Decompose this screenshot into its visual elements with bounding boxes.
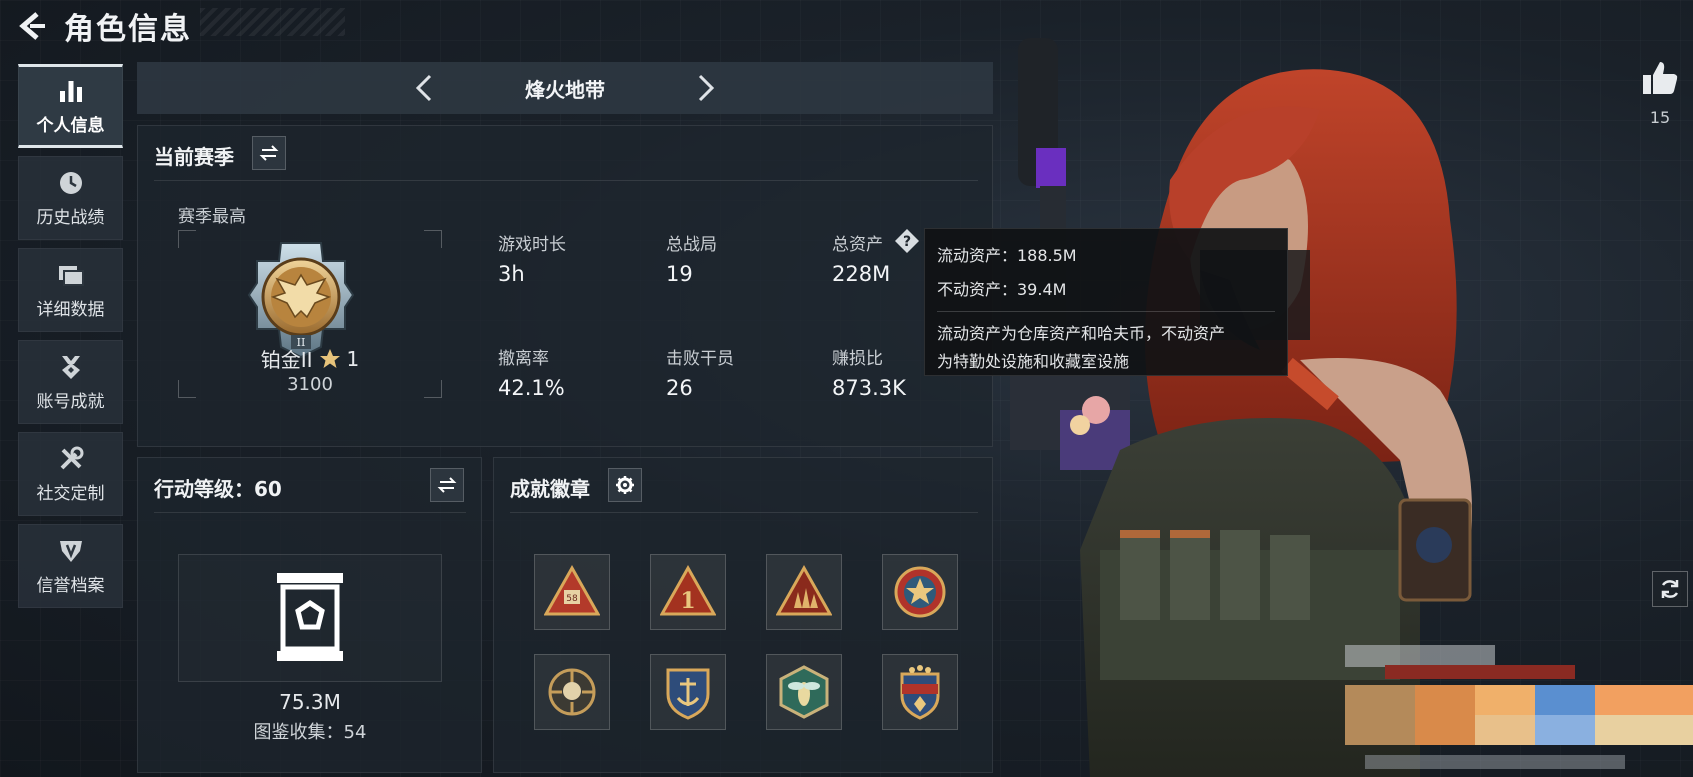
triangle-badge-58-icon: 58 bbox=[544, 564, 600, 616]
swap-arrows-icon bbox=[259, 145, 279, 161]
stat-value-assets: 228M bbox=[832, 262, 891, 286]
round-star-badge-icon bbox=[894, 566, 946, 618]
rank-score: 3100 bbox=[287, 374, 333, 395]
svg-text:?: ? bbox=[903, 234, 911, 250]
sidebar-item-label: 历史战绩 bbox=[36, 207, 105, 228]
sidebar-item-social[interactable]: 社交定制 bbox=[18, 432, 123, 516]
chevron-left-icon[interactable] bbox=[409, 72, 441, 104]
stat-label-matches: 总战局 bbox=[666, 235, 717, 255]
star-icon bbox=[319, 348, 340, 368]
divider bbox=[154, 180, 978, 181]
season-switch-button[interactable] bbox=[252, 136, 286, 170]
stat-label-assets: 总资产 bbox=[832, 235, 883, 255]
stars-shield-badge-icon bbox=[900, 665, 940, 720]
rank-name: 铂金II bbox=[260, 348, 313, 372]
tooltip-liquid-assets: 流动资产：188.5M bbox=[937, 246, 1077, 265]
achievements-panel: 成就徽章 58 1 bbox=[493, 457, 993, 773]
bar-chart-icon bbox=[59, 80, 82, 102]
shield-icon bbox=[59, 540, 82, 562]
rank-row: 铂金II 1 bbox=[178, 344, 442, 373]
stat-value-playtime: 3h bbox=[498, 262, 525, 286]
collection-cabinet-icon bbox=[277, 573, 343, 661]
rank-stars: 1 bbox=[346, 346, 360, 371]
achievement-badge[interactable] bbox=[650, 654, 726, 730]
tooltip-fixed-assets: 不动资产：39.4M bbox=[937, 280, 1067, 299]
tools-icon bbox=[60, 446, 83, 469]
action-level-panel: 行动等级：60 75.3M 图鉴收集：54 bbox=[137, 457, 482, 773]
gear-icon bbox=[616, 476, 634, 494]
action-level-switch-button[interactable] bbox=[430, 468, 464, 502]
achievement-badge[interactable] bbox=[882, 654, 958, 730]
sidebar-item-reputation[interactable]: 信誉档案 bbox=[18, 524, 123, 608]
triangle-badge-soldiers-icon bbox=[776, 564, 832, 616]
achievement-badge[interactable] bbox=[534, 654, 610, 730]
sidebar-item-history[interactable]: 历史战绩 bbox=[18, 156, 123, 240]
collection-value: 75.3M bbox=[279, 690, 341, 714]
achievement-badge[interactable]: 1 bbox=[650, 554, 726, 630]
sidebar: 个人信息 历史战绩 详细数据 账号成就 社交定制 信誉档案 bbox=[18, 64, 123, 608]
achievement-badge[interactable] bbox=[882, 554, 958, 630]
sidebar-item-label: 个人信息 bbox=[36, 115, 105, 136]
blurred-watermark bbox=[1345, 645, 1693, 769]
back-arrow-icon[interactable] bbox=[16, 10, 48, 42]
frame-corner bbox=[178, 230, 196, 248]
tooltip-description-line1: 流动资产为仓库资产和哈夫币，不动资产 bbox=[937, 324, 1226, 343]
achievement-badge[interactable]: 58 bbox=[534, 554, 610, 630]
sidebar-item-achievements[interactable]: 账号成就 bbox=[18, 340, 123, 424]
assets-tooltip: 流动资产：188.5M 不动资产：39.4M 流动资产为仓库资产和哈夫币，不动资… bbox=[924, 228, 1288, 376]
sidebar-item-label: 详细数据 bbox=[36, 299, 105, 320]
swap-arrows-icon bbox=[437, 477, 457, 493]
stat-value-kills: 26 bbox=[666, 376, 693, 400]
shield-anchor-badge-icon bbox=[666, 668, 710, 720]
divider bbox=[510, 512, 978, 513]
achievements-settings-button[interactable] bbox=[608, 468, 642, 502]
sidebar-item-label: 信誉档案 bbox=[36, 575, 105, 596]
skull-crosshair-badge-icon bbox=[548, 668, 596, 716]
tooltip-description-line2: 为特勤处设施和收藏室设施 bbox=[937, 352, 1130, 371]
like-count: 15 bbox=[1649, 108, 1671, 127]
folders-icon bbox=[58, 265, 84, 286]
sidebar-item-label: 社交定制 bbox=[36, 483, 105, 504]
rank-emblem-icon: II bbox=[247, 242, 355, 359]
stat-value-matches: 19 bbox=[666, 262, 693, 286]
header-hatch-decoration bbox=[200, 8, 345, 36]
refresh-icon bbox=[1661, 580, 1679, 598]
header: 角色信息 bbox=[16, 6, 192, 47]
refresh-button[interactable] bbox=[1652, 571, 1688, 607]
sidebar-item-label: 账号成就 bbox=[36, 391, 105, 412]
stat-label-playtime: 游戏时长 bbox=[498, 235, 566, 255]
stat-label-extract-rate: 撤离率 bbox=[498, 349, 549, 369]
season-best-label: 赛季最高 bbox=[178, 207, 246, 227]
action-level-title: 行动等级：60 bbox=[154, 477, 282, 501]
mode-switcher: 烽火地带 bbox=[137, 62, 993, 114]
stat-value-extract-rate: 42.1% bbox=[498, 376, 565, 400]
sidebar-item-details[interactable]: 详细数据 bbox=[18, 248, 123, 332]
triangle-badge-1-icon: 1 bbox=[660, 564, 716, 616]
thumbs-up-icon[interactable] bbox=[1640, 58, 1680, 98]
collection-count: 图鉴收集：54 bbox=[253, 722, 367, 743]
help-icon[interactable]: ? bbox=[894, 228, 920, 254]
svg-text:1: 1 bbox=[680, 588, 695, 614]
tooltip-divider bbox=[937, 311, 1275, 312]
frame-corner bbox=[424, 230, 442, 248]
chevron-right-icon[interactable] bbox=[689, 72, 721, 104]
achievement-badge[interactable] bbox=[766, 554, 842, 630]
season-title: 当前赛季 bbox=[154, 145, 234, 169]
mode-title: 烽火地带 bbox=[525, 77, 605, 102]
page-title: 角色信息 bbox=[64, 12, 192, 47]
season-panel: 当前赛季 赛季最高 II 铂金II 1 3100 游戏时长 3h 总战局 19 … bbox=[137, 125, 993, 447]
clock-icon bbox=[59, 171, 82, 194]
medal-icon bbox=[61, 355, 80, 379]
stat-label-profit-ratio: 赚损比 bbox=[832, 349, 883, 369]
achievement-badge[interactable] bbox=[766, 654, 842, 730]
sidebar-item-profile[interactable]: 个人信息 bbox=[18, 64, 123, 148]
hexagon-wasp-badge-icon bbox=[779, 665, 829, 719]
stat-value-profit-ratio: 873.3K bbox=[832, 376, 906, 400]
achievements-title: 成就徽章 bbox=[510, 477, 590, 501]
svg-text:58: 58 bbox=[566, 594, 578, 604]
stat-label-kills: 击败干员 bbox=[666, 349, 734, 369]
divider bbox=[154, 512, 466, 513]
